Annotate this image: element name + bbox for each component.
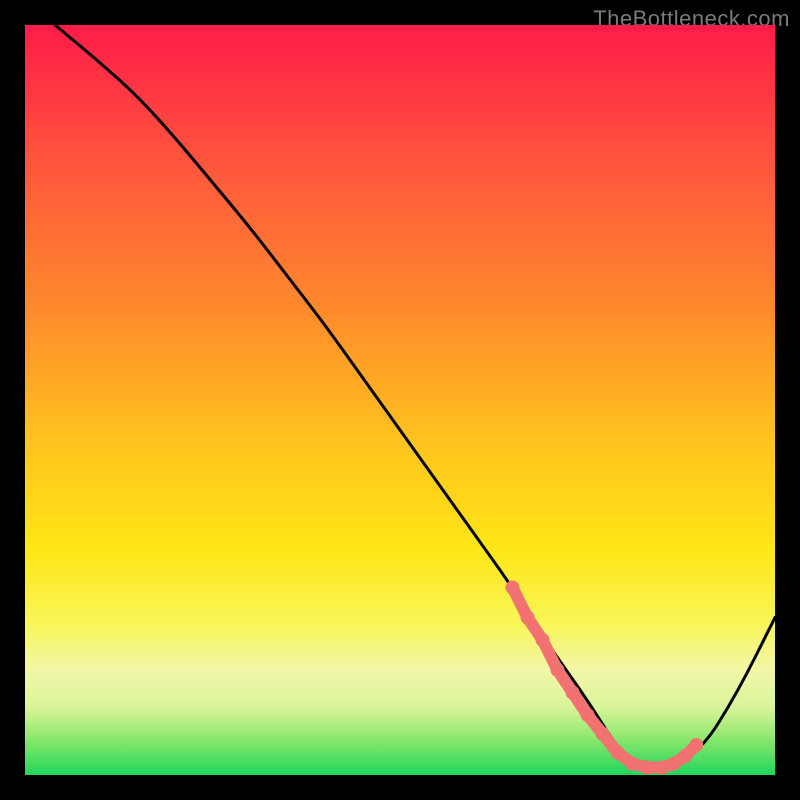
highlight-dot (611, 746, 625, 760)
highlight-dot (626, 757, 640, 771)
chart-plot-area (25, 25, 775, 775)
highlight-dot (689, 738, 703, 752)
highlight-dot (581, 708, 595, 722)
highlight-dot (521, 611, 535, 625)
highlight-dot (641, 761, 655, 775)
chart-background-gradient (25, 25, 775, 775)
highlight-dot (596, 727, 610, 741)
chart-svg (25, 25, 775, 775)
highlight-dot (566, 686, 580, 700)
highlight-dot (506, 581, 520, 595)
highlight-dot (678, 749, 692, 763)
highlight-dot (551, 663, 565, 677)
highlight-dot (536, 633, 550, 647)
